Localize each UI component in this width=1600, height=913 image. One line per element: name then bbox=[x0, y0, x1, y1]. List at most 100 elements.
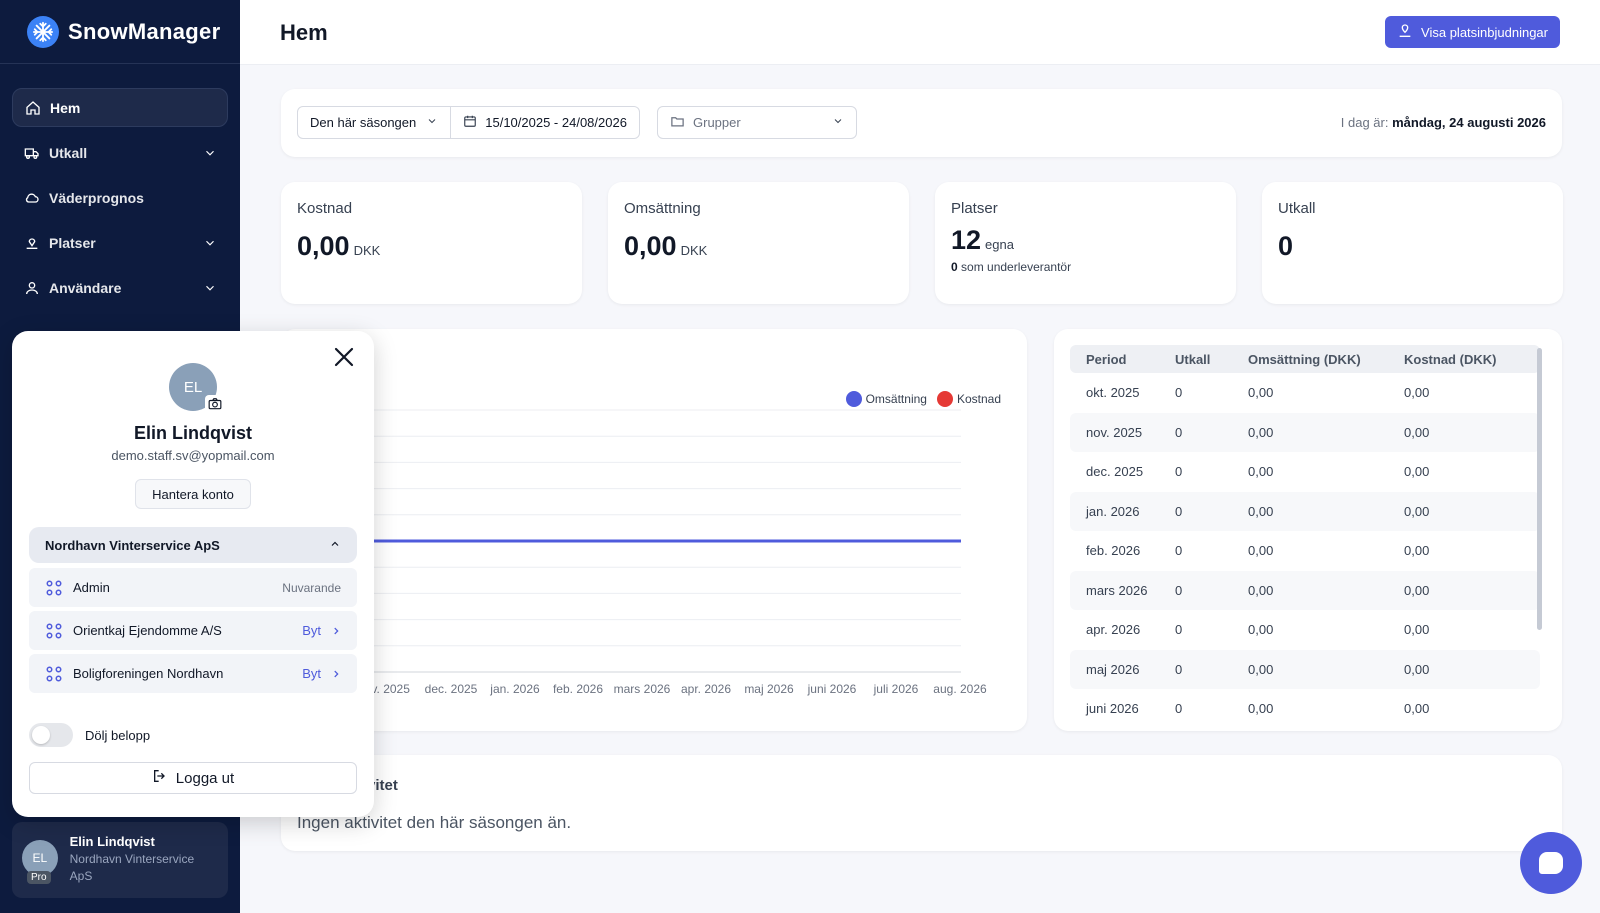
stat-value: 0,00 DKK bbox=[297, 231, 566, 262]
role-row-boligforeningen[interactable]: Boligforeningen Nordhavn Byt bbox=[29, 654, 357, 693]
popup-user-email: demo.staff.sv@yopmail.com bbox=[111, 448, 275, 463]
stat-number: 0 bbox=[1278, 231, 1294, 261]
x-tick-label: maj 2026 bbox=[744, 682, 794, 696]
today-date: I dag är: måndag, 24 augusti 2026 bbox=[1341, 115, 1546, 130]
switch-label: Byt bbox=[302, 666, 321, 681]
table-cell: 0,00 bbox=[1248, 543, 1274, 559]
role-current-status: Nuvarande bbox=[282, 580, 341, 595]
stat-label: Utkall bbox=[1278, 200, 1316, 217]
cloud-icon bbox=[23, 189, 41, 207]
column-header: Utkall bbox=[1175, 351, 1211, 367]
period-table-card: Period Utkall Omsättning (DKK) Kostnad (… bbox=[1054, 329, 1562, 731]
table-cell: 0 bbox=[1175, 582, 1183, 598]
sidebar-item-label: Väderprognos bbox=[49, 189, 144, 206]
sidebar-user-card[interactable]: EL Pro Elin Lindqvist Nordhavn Vinterser… bbox=[12, 822, 228, 898]
chat-bubble-icon bbox=[1539, 852, 1563, 874]
table-cell: 0,00 bbox=[1404, 661, 1430, 677]
stat-number: 0,00 bbox=[297, 231, 350, 261]
date-range-picker[interactable]: 15/10/2025 - 24/08/2026 bbox=[451, 107, 639, 138]
table-cell: 0 bbox=[1175, 661, 1183, 677]
date-range-value: 15/10/2025 - 24/08/2026 bbox=[485, 115, 627, 130]
table-scrollbar[interactable] bbox=[1537, 348, 1542, 630]
hide-amounts-toggle[interactable] bbox=[29, 723, 73, 747]
toggle-knob bbox=[32, 726, 50, 744]
table-cell: 0,00 bbox=[1404, 424, 1430, 440]
column-header: Omsättning (DKK) bbox=[1248, 351, 1361, 367]
stat-sub-label: som underleverantör bbox=[961, 260, 1072, 274]
role-label: Admin bbox=[73, 580, 110, 595]
x-tick-label: juli 2026 bbox=[873, 682, 919, 696]
switch-button[interactable]: Byt bbox=[302, 623, 341, 638]
logout-button[interactable]: Logga ut bbox=[29, 762, 357, 794]
season-select[interactable]: Den här säsongen bbox=[298, 107, 452, 138]
stat-unit: egna bbox=[985, 237, 1014, 252]
stat-sub: 0 som underleverantör bbox=[951, 260, 1220, 274]
sidebar-item-utkall[interactable]: Utkall bbox=[12, 133, 228, 172]
invite-button[interactable]: Visa platsinbjudningar bbox=[1385, 16, 1560, 48]
sidebar-item-hem[interactable]: Hem bbox=[12, 88, 228, 127]
table-row: okt. 2025 0 0,00 0,00 bbox=[1070, 373, 1540, 413]
x-tick-label: dec. 2025 bbox=[425, 682, 478, 696]
x-tick-label: feb. 2026 bbox=[553, 682, 603, 696]
table-cell: 0,00 bbox=[1404, 464, 1430, 480]
table-cell: 0,00 bbox=[1248, 701, 1274, 717]
location-invite-icon bbox=[1397, 23, 1413, 42]
chevron-down-icon bbox=[426, 115, 438, 130]
statistics-chart-card: istik Omsättning Kostnad nov. 2025dec. 2… bbox=[281, 329, 1027, 731]
sidebar-item-label: Utkall bbox=[49, 144, 88, 161]
role-row-orientkaj[interactable]: Orientkaj Ejendomme A/S Byt bbox=[29, 611, 357, 650]
table-cell: 0 bbox=[1175, 385, 1183, 401]
folder-icon bbox=[670, 114, 685, 132]
sidebar-item-platser[interactable]: Platser bbox=[12, 223, 228, 262]
stat-value: 12 egna bbox=[951, 225, 1220, 256]
table-cell: nov. 2025 bbox=[1086, 424, 1143, 440]
table-cell: apr. 2026 bbox=[1086, 622, 1141, 638]
groups-select[interactable]: Grupper bbox=[657, 106, 857, 139]
table-cell: jan. 2026 bbox=[1086, 503, 1140, 519]
table-cell: 0,00 bbox=[1404, 622, 1430, 638]
stat-card-kostnad: Kostnad 0,00 DKK bbox=[281, 182, 582, 304]
stat-label: Kostnad bbox=[297, 200, 353, 217]
truck-icon bbox=[23, 144, 41, 162]
season-filter: Den här säsongen 15/10/2025 - 24/08/2026 bbox=[297, 106, 640, 139]
snowflake-icon bbox=[27, 15, 59, 48]
chevron-down-icon bbox=[203, 236, 217, 250]
switch-button[interactable]: Byt bbox=[302, 666, 341, 681]
avatar-initials: EL bbox=[32, 851, 48, 865]
table-row: feb. 2026 0 0,00 0,00 bbox=[1070, 531, 1540, 571]
table-cell: 0 bbox=[1175, 701, 1183, 717]
manage-account-button[interactable]: Hantera konto bbox=[135, 479, 251, 509]
camera-icon[interactable] bbox=[205, 395, 225, 413]
table-cell: 0,00 bbox=[1248, 582, 1274, 598]
grid-icon bbox=[45, 622, 63, 640]
stat-unit: DKK bbox=[353, 243, 381, 258]
brand-name: SnowManager bbox=[68, 18, 221, 44]
popup-avatar[interactable]: EL bbox=[169, 363, 225, 413]
chat-button[interactable] bbox=[1520, 832, 1582, 894]
topbar: Hem Visa platsinbjudningar bbox=[240, 0, 1600, 65]
table-row: nov. 2025 0 0,00 0,00 bbox=[1070, 412, 1540, 452]
table-cell: 0,00 bbox=[1404, 582, 1430, 598]
brand[interactable]: SnowManager bbox=[0, 0, 240, 64]
sidebar-item-anvandare[interactable]: Användare bbox=[12, 268, 228, 307]
stat-card-omsattning: Omsättning 0,00 DKK bbox=[608, 182, 909, 304]
table-cell: 0,00 bbox=[1248, 503, 1274, 519]
role-row-admin[interactable]: Admin Nuvarande bbox=[29, 568, 357, 607]
hide-amounts-label: Dölj belopp bbox=[85, 727, 151, 743]
switch-label: Byt bbox=[302, 623, 321, 638]
organization-header[interactable]: Nordhavn Vinterservice ApS bbox=[29, 527, 357, 563]
sidebar-item-vaderprognos[interactable]: Väderprognos bbox=[12, 178, 228, 217]
stat-label: Omsättning bbox=[624, 200, 701, 217]
today-prefix: I dag är: bbox=[1340, 115, 1389, 130]
close-icon[interactable] bbox=[332, 345, 356, 369]
page-title: Hem bbox=[280, 20, 328, 45]
stat-sub-value: 0 bbox=[951, 260, 958, 274]
stat-value: 0 bbox=[1278, 231, 1547, 262]
avatar: EL Pro bbox=[22, 840, 58, 884]
hide-amounts-row: Dölj belopp bbox=[29, 723, 150, 747]
sidebar-item-label: Hem bbox=[50, 99, 81, 116]
table-cell: 0,00 bbox=[1248, 424, 1274, 440]
table-cell: 0,00 bbox=[1404, 385, 1430, 401]
role-label: Boligforeningen Nordhavn bbox=[73, 666, 224, 681]
period-table: Period Utkall Omsättning (DKK) Kostnad (… bbox=[1070, 345, 1540, 729]
